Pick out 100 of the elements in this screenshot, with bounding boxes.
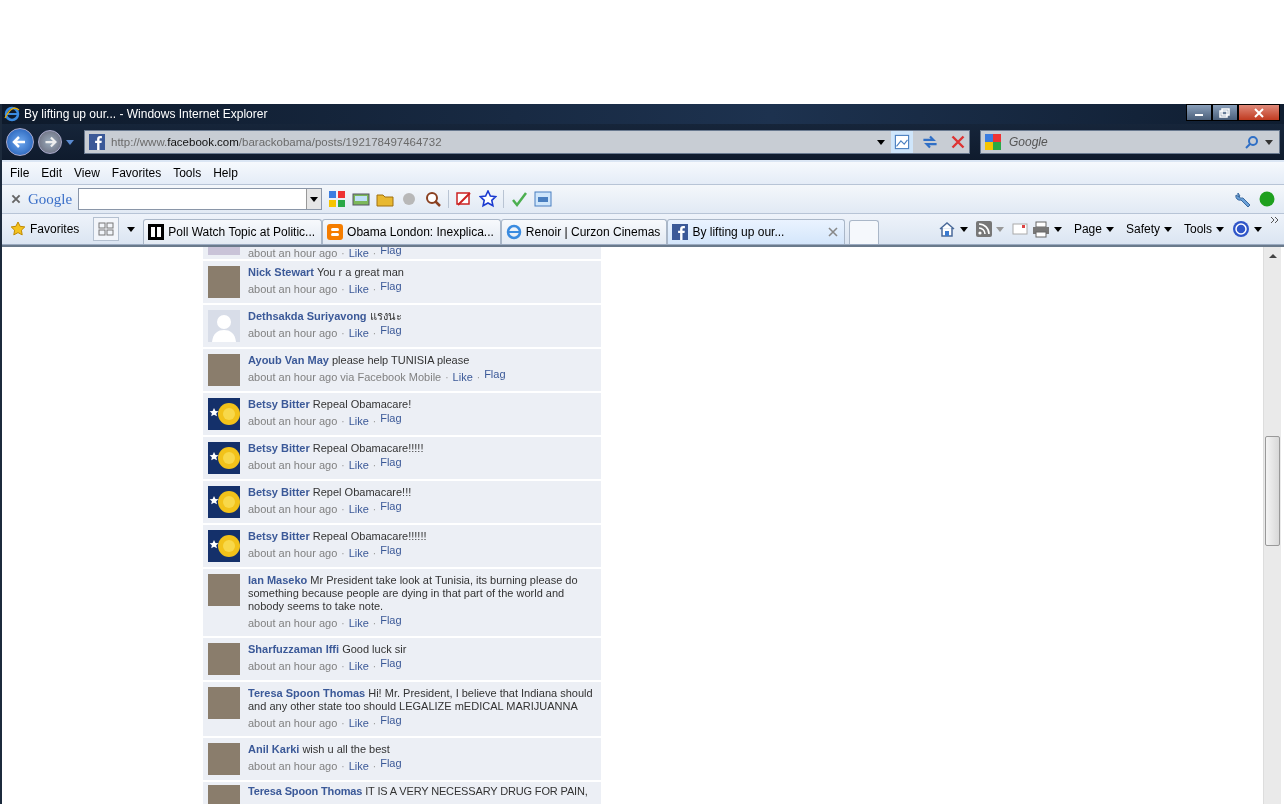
separator-dot: ·: [372, 660, 377, 674]
chevron-icon[interactable]: [1270, 216, 1280, 224]
action-link[interactable]: Like: [348, 326, 369, 340]
wrench-icon[interactable]: [1234, 190, 1252, 208]
comment-time: about an hour ago: [248, 282, 338, 296]
commenter-name-link[interactable]: Sharfuzzaman Iffi: [248, 643, 340, 655]
favorites-button[interactable]: Favorites: [6, 217, 90, 241]
search-field[interactable]: Google: [1007, 134, 1239, 150]
commenter-name-link[interactable]: Ayoub Van May: [248, 354, 329, 366]
action-link[interactable]: Flag: [484, 367, 506, 381]
star-icon[interactable]: [479, 190, 498, 208]
commenter-name-link[interactable]: Teresa Spoon Thomas: [248, 785, 363, 797]
separator-dot: ·: [341, 283, 345, 297]
separator-dot: ·: [372, 327, 377, 341]
photo-placeholder: [208, 574, 240, 606]
commenter-name-link[interactable]: Nick Stewart: [248, 266, 315, 278]
dropdown-button[interactable]: [306, 189, 322, 209]
dropdown-icon[interactable]: [959, 226, 968, 232]
close-toolbar-icon[interactable]: [10, 193, 22, 205]
printer-icon[interactable]: [1031, 220, 1050, 238]
back-button[interactable]: [6, 128, 34, 156]
browser-tab[interactable]: Poll Watch Topic at Politic...: [143, 219, 323, 244]
compatibility-view-icon[interactable]: [891, 131, 913, 153]
separator-dot: ·: [372, 415, 377, 429]
action-link[interactable]: Flag: [380, 411, 402, 425]
separator-dot: ·: [341, 327, 345, 341]
commenter-name-link[interactable]: Teresa Spoon Thomas: [248, 687, 366, 699]
action-link[interactable]: Flag: [380, 499, 402, 513]
restore-button[interactable]: [1212, 104, 1238, 121]
browser-logo-icon: [4, 106, 20, 122]
vertical-scrollbar[interactable]: [1263, 247, 1281, 804]
action-link[interactable]: Like: [348, 546, 369, 560]
mail-icon[interactable]: [1011, 221, 1028, 237]
command-menu-button[interactable]: Safety: [1121, 222, 1176, 236]
action-link[interactable]: Like: [348, 716, 369, 730]
commenter-name-link[interactable]: Ian Maseko: [248, 574, 308, 586]
search-bar[interactable]: Google: [980, 130, 1280, 154]
action-link[interactable]: Flag: [380, 455, 402, 469]
action-link[interactable]: Like: [348, 659, 369, 673]
command-menu-button[interactable]: Page: [1069, 222, 1118, 236]
translate-icon[interactable]: [534, 190, 553, 208]
browser-tab[interactable]: Renoir | Curzon Cinemas: [500, 219, 668, 244]
dropdown-icon[interactable]: [877, 139, 885, 145]
status-dot-icon[interactable]: [1258, 190, 1276, 208]
commenter-name-link[interactable]: Betsy Bitter: [248, 530, 310, 542]
action-link[interactable]: Like: [348, 458, 369, 472]
action-link[interactable]: Like: [348, 759, 369, 773]
action-link[interactable]: Flag: [380, 656, 402, 670]
dropdown-icon[interactable]: [1254, 226, 1262, 232]
browser-tab[interactable]: Obama London: Inexplica...: [322, 219, 501, 244]
commenter-name-link[interactable]: Anil Karki: [248, 743, 300, 755]
dropdown-icon[interactable]: [1265, 139, 1273, 145]
action-link[interactable]: Like: [348, 282, 369, 296]
menu-item[interactable]: Help: [209, 166, 246, 180]
action-link[interactable]: Like: [348, 616, 369, 630]
caret-icon: [310, 196, 319, 202]
popup-blocker-icon[interactable]: [455, 190, 474, 208]
magnifier-icon[interactable]: [424, 190, 443, 208]
action-link[interactable]: Flag: [380, 756, 402, 770]
action-link[interactable]: Flag: [380, 543, 402, 557]
close-tab-icon[interactable]: [828, 227, 839, 237]
forward-button[interactable]: [38, 130, 62, 154]
dropdown-icon[interactable]: [1053, 226, 1062, 232]
separator-dot: ·: [341, 617, 345, 631]
command-menu-button[interactable]: Tools: [1180, 222, 1228, 236]
action-link[interactable]: Flag: [380, 713, 402, 727]
scrollbar-thumb[interactable]: [1265, 436, 1280, 546]
action-link[interactable]: Like: [348, 248, 369, 259]
spellcheck-icon[interactable]: [510, 190, 529, 208]
commenter-name-link[interactable]: Dethsakda Suriyavong: [248, 310, 367, 322]
comment-text: Sharfuzzaman Iffi Good luck sir: [248, 643, 408, 656]
search-icon[interactable]: [1245, 135, 1259, 149]
site-icon: [148, 224, 165, 240]
history-dropdown-icon[interactable]: [66, 139, 74, 145]
browser-tab[interactable]: By lifting up our...: [667, 219, 846, 244]
picture-icon[interactable]: [352, 190, 371, 208]
action-link[interactable]: Like: [348, 502, 369, 516]
menu-item[interactable]: View: [70, 166, 108, 180]
menu-item[interactable]: Favorites: [107, 166, 170, 180]
action-link[interactable]: Flag: [380, 323, 402, 337]
commenter-name-link[interactable]: Betsy Bitter: [248, 398, 310, 410]
minimize-button[interactable]: [1186, 104, 1212, 121]
close-button[interactable]: [1238, 104, 1280, 121]
commenter-name-link[interactable]: Betsy Bitter: [248, 442, 310, 454]
action-link[interactable]: Flag: [380, 613, 402, 627]
tiles-icon[interactable]: [328, 190, 347, 208]
menu-item[interactable]: Tools: [169, 166, 210, 180]
action-link[interactable]: Like: [348, 414, 369, 428]
action-link[interactable]: Flag: [380, 247, 402, 256]
help-icon[interactable]: [1232, 220, 1250, 238]
photo-placeholder: [208, 687, 240, 719]
menu-item[interactable]: File: [6, 166, 38, 180]
menu-item[interactable]: Edit: [37, 166, 71, 180]
rose-avatar-icon: [208, 530, 240, 562]
action-link[interactable]: Like: [452, 370, 473, 384]
address-field[interactable]: http://www.facebook.com/barackobama/posts/192178497464732: [84, 130, 970, 154]
feed-icon[interactable]: [975, 221, 992, 237]
home-icon[interactable]: [937, 220, 956, 238]
commenter-name-link[interactable]: Betsy Bitter: [248, 486, 310, 498]
action-link[interactable]: Flag: [380, 279, 402, 293]
